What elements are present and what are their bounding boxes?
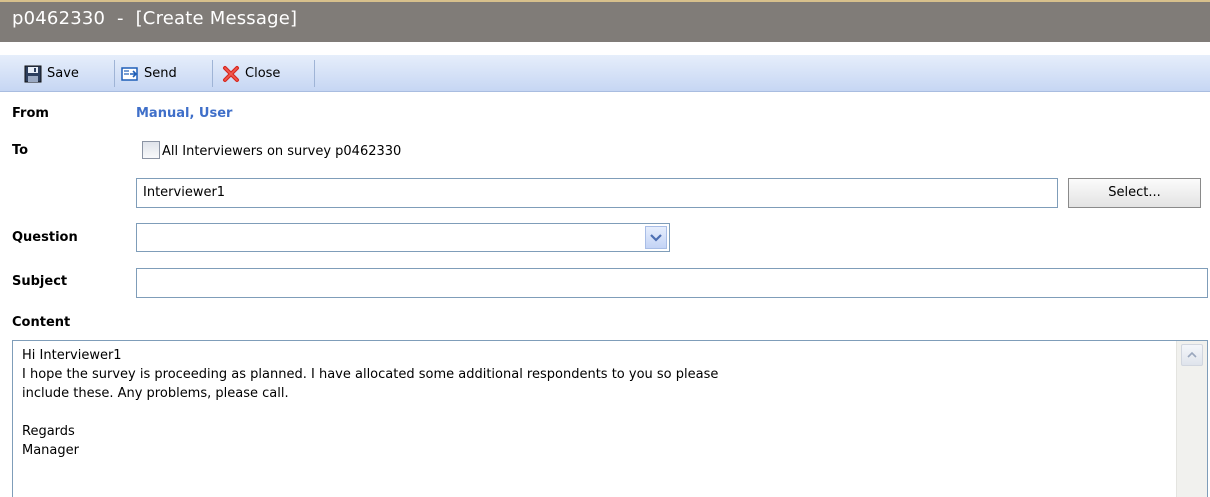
send-label: Send (144, 66, 177, 81)
toolbar: Save Send Close (0, 55, 1210, 92)
window-title: p0462330 - [Create Message] (12, 8, 298, 29)
subject-field[interactable] (136, 268, 1208, 298)
send-icon (121, 65, 139, 83)
content-label: Content (12, 315, 71, 330)
content-text: Hi Interviewer1 I hope the survey is pro… (22, 348, 719, 458)
select-recipients-button[interactable]: Select... (1068, 178, 1201, 208)
scroll-up-button[interactable] (1181, 344, 1203, 366)
toolbar-divider (114, 60, 115, 87)
send-button[interactable]: Send (121, 60, 177, 87)
create-message-window: p0462330 - [Create Message] Save Send Cl… (0, 0, 1210, 497)
toolbar-divider (314, 60, 315, 87)
from-value: Manual, User (136, 106, 233, 121)
all-interviewers-label: All Interviewers on survey p0462330 (162, 144, 402, 159)
subject-label: Subject (12, 274, 68, 289)
chevron-up-icon (1187, 351, 1197, 358)
to-recipients-field[interactable]: Interviewer1 (136, 178, 1058, 208)
title-bar: p0462330 - [Create Message] (0, 0, 1210, 42)
from-label: From (12, 106, 49, 121)
to-label: To (12, 143, 29, 158)
question-select[interactable] (136, 223, 670, 252)
all-interviewers-checkbox[interactable] (142, 141, 160, 159)
floppy-disk-icon (24, 65, 42, 83)
close-label: Close (245, 66, 281, 81)
question-label: Question (12, 230, 78, 245)
close-button[interactable]: Close (222, 60, 280, 87)
save-button[interactable]: Save (24, 60, 79, 87)
chevron-down-icon[interactable] (645, 226, 667, 249)
close-icon (222, 65, 240, 83)
save-label: Save (47, 66, 79, 81)
toolbar-divider (212, 60, 213, 87)
